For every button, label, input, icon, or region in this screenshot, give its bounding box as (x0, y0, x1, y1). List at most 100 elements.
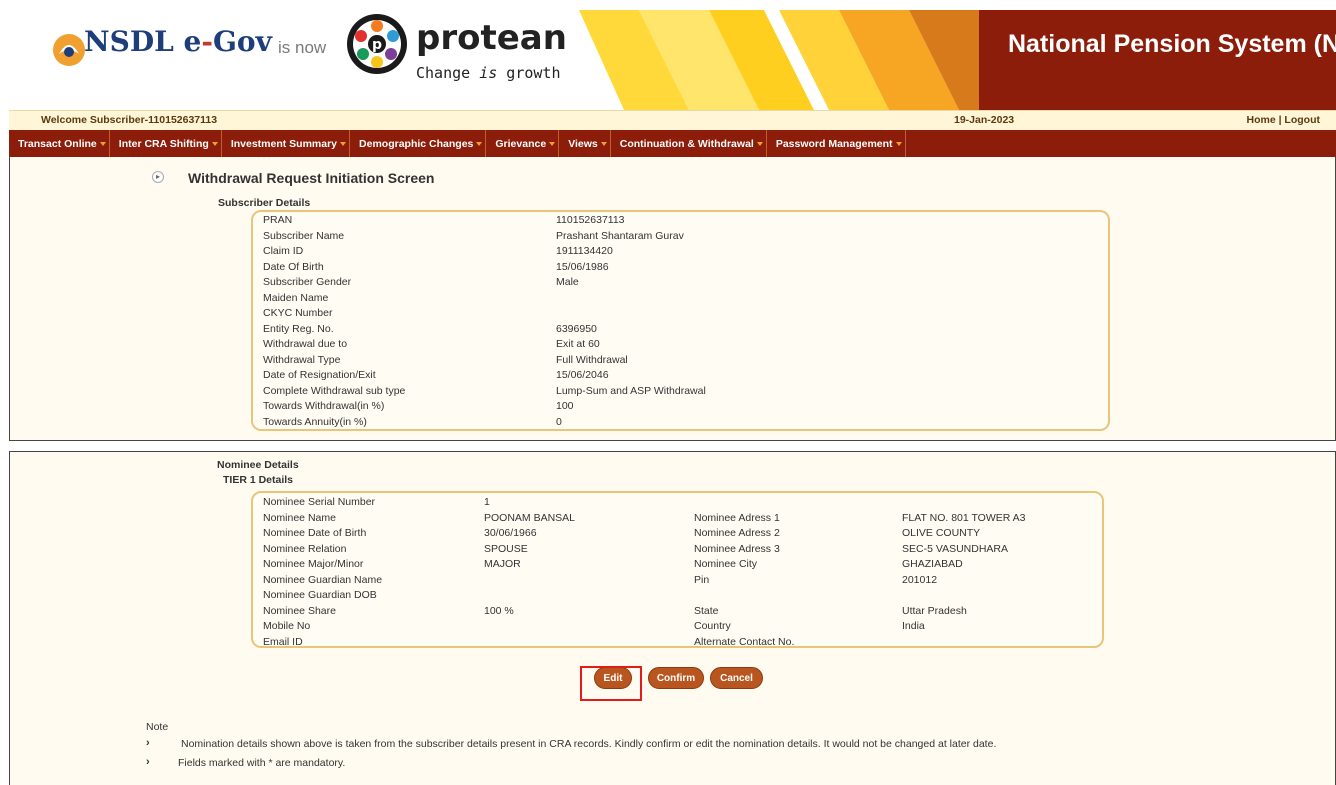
nominee-details-box: Nominee Serial Number 1 Nominee Name POONA… (251, 491, 1104, 648)
nominee-row: Nominee Relation SPOUSE (263, 542, 528, 558)
nav-inter-cra-shifting[interactable]: Inter CRA Shifting (110, 130, 222, 157)
nav-views[interactable]: Views (559, 130, 611, 157)
detail-row: PRAN 110152637113 (263, 214, 625, 229)
nominee-row: Nominee Date of Birth 30/06/1966 (263, 527, 537, 542)
nominee-label: Nominee Adress 1 (694, 511, 780, 524)
nominee-row: Alternate Contact No. (694, 636, 794, 651)
nsdl-brand-text: NSDL e-Gov (84, 25, 272, 58)
nominee-value: SPOUSE (484, 542, 528, 555)
detail-value: Male (556, 276, 579, 288)
nsdl-logo-icon (53, 34, 85, 66)
chevron-down-icon (99, 141, 106, 146)
title-bullet-icon: ▸ (152, 171, 164, 183)
detail-label: Entity Reg. No. (263, 322, 334, 335)
nominee-details-heading: Nominee Details (217, 459, 299, 471)
nominee-row: Nominee Adress 2 OLIVE COUNTY (694, 527, 980, 542)
note-item: Nomination details shown above is taken … (181, 738, 997, 750)
protean-logo-icon: p (347, 14, 407, 74)
nominee-value: Uttar Pradesh (902, 604, 967, 617)
detail-row: Subscriber Gender Male (263, 276, 579, 291)
nominee-value: 1 (484, 496, 490, 508)
note-bullet-icon: › (146, 737, 150, 749)
nav-grievance[interactable]: Grievance (486, 130, 560, 157)
nominee-row: Nominee Serial Number 1 (263, 496, 490, 511)
detail-value: 15/06/1986 (556, 260, 609, 273)
is-now-text: is now (278, 38, 327, 57)
nominee-label: State (694, 604, 719, 617)
detail-label: Subscriber Gender (263, 276, 352, 288)
subscriber-details-box: PRAN 110152637113 Subscriber Name Prashant… (251, 210, 1110, 431)
nav-transact-online[interactable]: Transact Online (9, 130, 110, 157)
note-bullet-icon: › (146, 756, 150, 768)
nominee-label: Nominee Adress 2 (694, 527, 780, 539)
nominee-label: Nominee Relation (263, 542, 347, 555)
home-logout-links[interactable]: Home | Logout (1246, 114, 1320, 126)
nominee-row: Nominee City GHAZIABAD (694, 558, 963, 573)
protean-tagline: Change is growth (416, 64, 561, 82)
chevron-down-icon (600, 141, 607, 146)
detail-row: Entity Reg. No. 6396950 (263, 322, 597, 338)
detail-label: Claim ID (263, 245, 304, 257)
nominee-row: Country India (694, 620, 925, 635)
detail-row: Subscriber Name Prashant Shantaram Gurav (263, 229, 684, 245)
nav-password-management[interactable]: Password Management (767, 130, 906, 157)
nominee-label: Nominee Guardian Name (263, 573, 383, 586)
confirm-button[interactable]: Confirm (648, 667, 704, 689)
nominee-value: GHAZIABAD (902, 558, 963, 570)
nominee-value: India (902, 620, 925, 632)
note-item: Fields marked with * are mandatory. (178, 757, 346, 769)
nominee-label: Alternate Contact No. (694, 635, 795, 648)
nominee-value: 100 % (484, 604, 514, 617)
nominee-row: Nominee Adress 3 SEC-5 VASUNDHARA (694, 542, 1008, 558)
nominee-value: POONAM BANSAL (484, 511, 576, 524)
nominee-label: Nominee Major/Minor (263, 558, 364, 570)
nominee-label: Nominee Date of Birth (263, 527, 367, 539)
nav-demographic-changes[interactable]: Demographic Changes (350, 130, 487, 157)
detail-value: Lump-Sum and ASP Withdrawal (556, 384, 706, 397)
header-right-panel (979, 10, 1336, 110)
cancel-button[interactable]: Cancel (710, 667, 763, 689)
nominee-row: Nominee Major/Minor MAJOR (263, 558, 521, 573)
nominee-label: Nominee Guardian DOB (263, 589, 377, 601)
detail-value: Full Withdrawal (556, 353, 628, 366)
chevron-down-icon (476, 141, 483, 146)
chevron-down-icon (895, 141, 902, 146)
nominee-row: Nominee Name POONAM BANSAL (263, 511, 575, 527)
nominee-value: OLIVE COUNTY (902, 527, 981, 539)
nominee-value: MAJOR (484, 558, 521, 570)
detail-value: 100 (556, 400, 574, 412)
nominee-row: Nominee Adress 1 FLAT NO. 801 TOWER A3 (694, 511, 1026, 527)
welcome-bar: Welcome Subscriber-110152637113 19-Jan-2… (9, 110, 1336, 130)
detail-value: 1911134420 (556, 245, 613, 257)
nominee-label: Nominee Name (263, 511, 336, 524)
detail-row: Withdrawal due to Exit at 60 (263, 338, 600, 353)
protean-brand-text: protean (416, 18, 567, 58)
detail-label: PRAN (263, 214, 293, 226)
header-decorative-stripes (579, 10, 1039, 110)
nominee-label: Nominee Serial Number (263, 496, 376, 508)
detail-value: Prashant Shantaram Gurav (556, 229, 684, 242)
detail-label: Subscriber Name (263, 229, 345, 242)
nominee-row: State Uttar Pradesh (694, 604, 967, 620)
detail-value: Exit at 60 (556, 338, 600, 350)
detail-value: 110152637113 (556, 214, 625, 226)
nominee-label: Pin (694, 573, 710, 586)
detail-label: Withdrawal due to (263, 338, 348, 350)
detail-row: Claim ID 1911134420 (263, 245, 613, 260)
chevron-down-icon (549, 141, 556, 146)
nav-continuation-withdrawal[interactable]: Continuation & Withdrawal (611, 130, 767, 157)
chevron-down-icon (211, 141, 218, 146)
detail-row: Towards Withdrawal(in %) 100 (263, 400, 574, 415)
detail-value: 6396950 (556, 322, 597, 335)
nominee-label: Country (694, 620, 731, 632)
current-date: 19-Jan-2023 (954, 114, 1015, 126)
nominee-label: Email ID (263, 635, 303, 648)
tier1-details-heading: TIER 1 Details (223, 474, 294, 486)
page-title: Withdrawal Request Initiation Screen (188, 170, 435, 186)
nominee-value: SEC-5 VASUNDHARA (902, 542, 1008, 555)
nominee-row: Email ID (263, 636, 303, 651)
detail-row: Date Of Birth 15/06/1986 (263, 261, 609, 276)
nav-investment-summary[interactable]: Investment Summary (222, 130, 351, 157)
nominee-label: Nominee Adress 3 (694, 542, 780, 555)
nominee-row: Nominee Guardian Name (263, 574, 382, 589)
